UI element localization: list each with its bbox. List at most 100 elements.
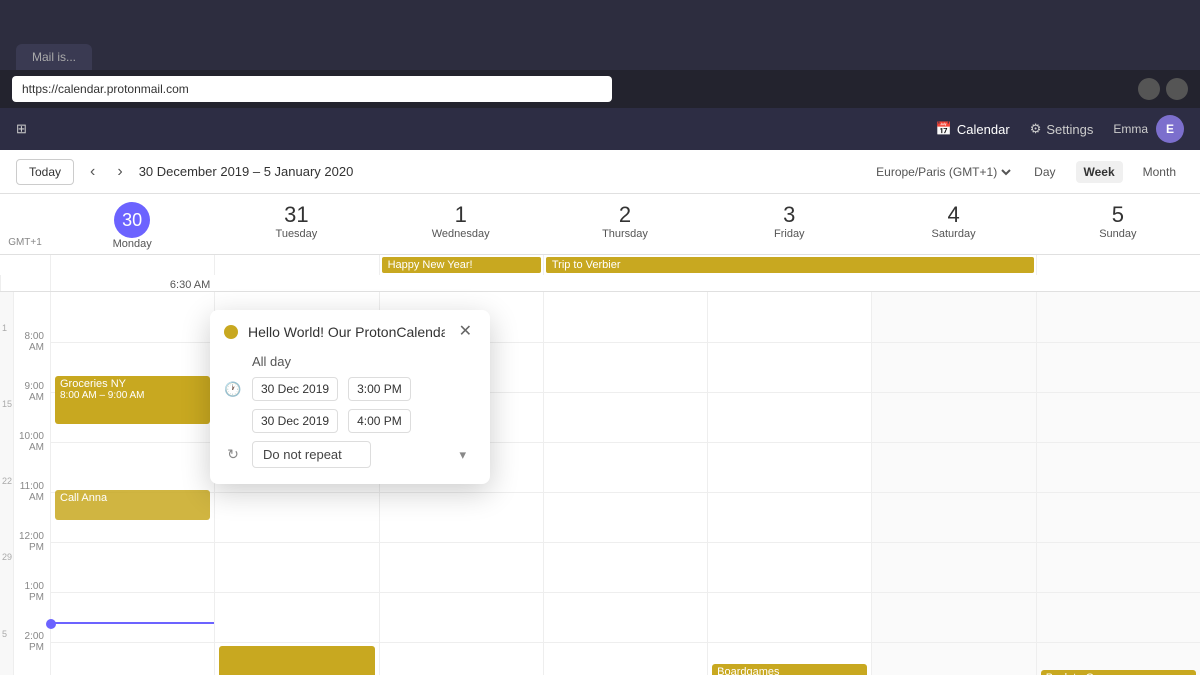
groceries-ny-event[interactable]: Groceries NY 8:00 AM – 9:00 AM (55, 376, 210, 424)
hour-line (708, 392, 871, 393)
day-col-thursday[interactable] (543, 292, 707, 675)
browser-buttons (1138, 78, 1188, 100)
browser-tab[interactable]: Mail is... (16, 44, 92, 70)
hour-line (1037, 592, 1200, 593)
prev-arrow[interactable]: ‹ (84, 161, 101, 183)
hour-line (872, 542, 1035, 543)
date-range: 30 December 2019 – 5 January 2020 (139, 164, 354, 179)
week-1: 1 (2, 323, 7, 333)
popup-end-row: 30 Dec 2019 4:00 PM (210, 405, 490, 437)
view-week-btn[interactable]: Week (1076, 161, 1123, 183)
today-button[interactable]: Today (16, 159, 74, 185)
time-now-indicator (51, 622, 214, 624)
hour-line (544, 342, 707, 343)
day-col-monday[interactable]: Groceries NY 8:00 AM – 9:00 AM Call Anna… (50, 292, 214, 675)
tuesday-event[interactable] (219, 646, 374, 675)
hour-line (380, 542, 543, 543)
day-name-4: Friday (707, 228, 871, 240)
calendar-icon: 📅 (936, 121, 952, 137)
happy-new-year-event[interactable]: Happy New Year! (382, 257, 541, 273)
day-header-0: 30 Monday (50, 194, 214, 254)
hour-line (380, 492, 543, 493)
time-label-12pm: 12:00 PM (14, 531, 50, 553)
avatar[interactable]: E (1156, 115, 1184, 143)
boardgames-event[interactable]: Boardgames 1:00 PM – 7:30 PM (712, 664, 867, 675)
hour-line (872, 342, 1035, 343)
day-header-5: 4 Saturday (871, 194, 1035, 254)
view-day-btn[interactable]: Day (1026, 161, 1063, 183)
app: ⊞ 📅 Calendar ⚙ Settings Emma E Today ‹ ›… (0, 108, 1200, 675)
toolbar-right: Europe/Paris (GMT+1) Day Week Month (872, 161, 1184, 183)
popup-close-button[interactable]: ✕ (455, 322, 476, 342)
day-num-6: 5 (1036, 202, 1200, 228)
address-bar[interactable]: https://calendar.protonmail.com (12, 76, 612, 102)
timezone-select[interactable]: Europe/Paris (GMT+1) (872, 164, 1014, 180)
time-label-9am: 9:00 AM (14, 381, 50, 403)
popup-end-date[interactable]: 30 Dec 2019 (252, 409, 338, 433)
address-bar-row: https://calendar.protonmail.com (0, 70, 1200, 108)
time-label-8am: 8:00 AM (14, 331, 50, 353)
popup-time-row: 🕐 30 Dec 2019 3:00 PM (210, 373, 490, 405)
day-name-6: Sunday (1036, 228, 1200, 240)
popup-color-dot[interactable] (224, 325, 238, 339)
week-29: 29 (2, 552, 12, 562)
week-5: 5 (2, 629, 7, 639)
view-month-btn[interactable]: Month (1135, 161, 1184, 183)
popup-header: ✕ (210, 310, 490, 350)
day-num-1: 31 (214, 202, 378, 228)
popup-repeat-select[interactable]: Do not repeat Every day Every week Every… (252, 441, 371, 468)
browser-tabs: Mail is... (16, 0, 92, 70)
trip-to-verbier-event[interactable]: Trip to Verbier (546, 257, 1034, 273)
nav-settings[interactable]: ⚙ Settings (1030, 121, 1094, 137)
allday-col-3[interactable]: Trip to Verbier (543, 255, 1036, 275)
hour-line (544, 542, 707, 543)
hour-line (380, 642, 543, 643)
hour-line (51, 542, 214, 543)
next-arrow[interactable]: › (111, 161, 128, 183)
call-anna-event[interactable]: Call Anna (55, 490, 210, 520)
day-num-2: 1 (379, 202, 543, 228)
hour-line (708, 592, 871, 593)
nav-calendar[interactable]: 📅 Calendar (936, 121, 1010, 137)
popup-title-input[interactable] (248, 324, 445, 340)
popup-start-time[interactable]: 3:00 PM (348, 377, 411, 401)
hour-line (51, 442, 214, 443)
allday-col-2[interactable]: Happy New Year! (379, 255, 543, 275)
time-label-11am: 11:00 AM (14, 481, 50, 503)
day-name-3: Thursday (543, 228, 707, 240)
day-col-sunday[interactable]: Back to Geneva 1:30 PM – 4:00 PM (1036, 292, 1200, 675)
hour-line (380, 592, 543, 593)
hour-line (544, 442, 707, 443)
popup-repeat-wrap[interactable]: Do not repeat Every day Every week Every… (252, 441, 476, 468)
hour-line (872, 492, 1035, 493)
hour-line (51, 342, 214, 343)
week-15: 15 (2, 399, 12, 409)
browser-btn-1[interactable] (1138, 78, 1160, 100)
time-labels: 8:00 AM 9:00 AM 10:00 AM 11:00 AM 12:00 … (14, 292, 50, 675)
hour-line (215, 542, 378, 543)
event-title: Call Anna (60, 492, 205, 504)
popup-start-date[interactable]: 30 Dec 2019 (252, 377, 338, 401)
hour-line (708, 492, 871, 493)
day-header-2: 1 Wednesday (379, 194, 543, 254)
nav-settings-label: Settings (1046, 122, 1093, 137)
hour-line (215, 492, 378, 493)
event-title: Groceries NY (60, 378, 205, 390)
hour-line (544, 592, 707, 593)
back-to-geneva-event[interactable]: Back to Geneva 1:30 PM – 4:00 PM (1041, 670, 1196, 675)
nav-calendar-label: Calendar (957, 122, 1010, 137)
day-col-friday[interactable]: Boardgames 1:00 PM – 7:30 PM (707, 292, 871, 675)
day-num-5: 4 (871, 202, 1035, 228)
popup-end-time[interactable]: 4:00 PM (348, 409, 411, 433)
hour-line (544, 492, 707, 493)
hour-line (1037, 542, 1200, 543)
hour-line (215, 592, 378, 593)
day-col-saturday[interactable] (871, 292, 1035, 675)
popup-allday-label: All day (252, 354, 291, 369)
time-grid-wrap: 1 15 22 29 5 8:00 AM 9:00 AM 10:00 AM 11… (0, 292, 1200, 675)
hour-line (1037, 642, 1200, 643)
hour-line (872, 642, 1035, 643)
day-header-1: 31 Tuesday (214, 194, 378, 254)
day-name-0: Monday (50, 238, 214, 250)
browser-btn-2[interactable] (1166, 78, 1188, 100)
